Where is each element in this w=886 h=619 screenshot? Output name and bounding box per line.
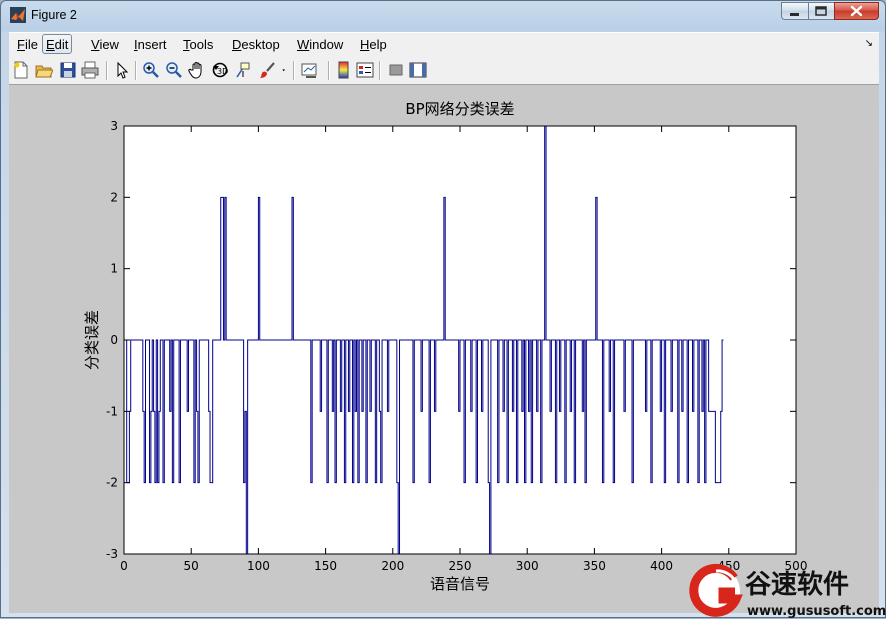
watermark-logo: 谷速软件 www.gususoft.com xyxy=(689,563,886,619)
link-plot-icon[interactable] xyxy=(301,61,319,79)
toolbar-separator xyxy=(328,61,330,80)
y-tick-label: -2 xyxy=(106,476,118,490)
colorbar-icon[interactable] xyxy=(335,61,353,79)
menu-view[interactable]: View xyxy=(91,36,119,54)
x-tick-label: 200 xyxy=(381,559,404,573)
x-axis-label: 语音信号 xyxy=(430,575,490,593)
toolbar-separator xyxy=(293,61,295,80)
y-tick-label: 1 xyxy=(110,262,118,276)
logo-name: 谷速软件 xyxy=(745,570,849,600)
menu-insert[interactable]: Insert xyxy=(134,36,167,54)
brush-dropdown-icon[interactable] xyxy=(279,61,291,79)
x-tick-label: 150 xyxy=(314,559,337,573)
toolbar-separator xyxy=(135,61,137,80)
pointer-icon[interactable] xyxy=(113,61,131,79)
y-tick-label: 3 xyxy=(110,119,118,133)
x-tick-label: 0 xyxy=(120,559,128,573)
x-tick-label: 300 xyxy=(516,559,539,573)
menu-help[interactable]: Help xyxy=(360,36,387,54)
rotate-3d-icon[interactable]: 3D xyxy=(211,61,229,79)
window-title: Figure 2 xyxy=(31,8,77,22)
zoom-out-icon[interactable] xyxy=(165,61,183,79)
toolbar-separator xyxy=(106,61,108,80)
hide-plot-tools-icon[interactable] xyxy=(387,61,405,79)
new-figure-icon[interactable] xyxy=(12,61,30,79)
window-controls xyxy=(781,2,879,20)
y-tick-label: 2 xyxy=(110,190,118,204)
toolbar-separator xyxy=(379,61,381,80)
minimize-button[interactable] xyxy=(781,2,808,20)
x-tick-label: 50 xyxy=(184,559,199,573)
close-button[interactable] xyxy=(834,2,879,20)
x-tick-label: 400 xyxy=(650,559,673,573)
maximize-button[interactable] xyxy=(808,2,834,20)
maximize-icon xyxy=(815,6,827,16)
chart-title: BP网络分类误差 xyxy=(405,100,514,118)
svg-text:3D: 3D xyxy=(217,67,228,76)
close-icon xyxy=(850,5,863,17)
menu-edit[interactable]: Edit xyxy=(42,34,73,54)
save-icon[interactable] xyxy=(59,61,77,79)
pan-icon[interactable] xyxy=(188,61,206,79)
print-icon[interactable] xyxy=(81,61,99,79)
matlab-logo-icon xyxy=(10,7,26,23)
figure-window: Figure 2 ↘ File Edit View Insert Tools Deskto… xyxy=(0,0,886,619)
figure-canvas: 0 50 100 150 200 250 300 350 400 450 500 -3 -2 -1 0 1 2 3… xyxy=(9,85,879,613)
x-tick-label: 350 xyxy=(583,559,606,573)
menu-file[interactable]: File xyxy=(17,36,38,54)
menu-desktop[interactable]: Desktop xyxy=(232,36,280,54)
brush-icon[interactable] xyxy=(259,61,277,79)
figure-toolbar: 3D xyxy=(9,57,879,85)
zoom-in-icon[interactable] xyxy=(142,61,160,79)
y-axis-label: 分类误差 xyxy=(83,310,101,370)
logo-url: www.gususoft.com xyxy=(747,604,886,619)
menu-bar: ↘ File Edit View Insert Tools Desktop Window He… xyxy=(9,32,879,57)
show-plot-tools-icon[interactable] xyxy=(409,61,427,79)
menu-tools[interactable]: Tools xyxy=(183,36,213,54)
y-tick-label: 0 xyxy=(110,333,118,347)
plot-svg[interactable]: 0 50 100 150 200 250 300 350 400 450 500-3-2-10123… xyxy=(9,85,879,613)
title-bar[interactable]: Figure 2 xyxy=(1,1,885,31)
x-tick-label: 100 xyxy=(247,559,270,573)
dock-figure-icon[interactable]: ↘ xyxy=(865,38,873,49)
y-tick-label: -3 xyxy=(106,547,118,561)
legend-icon[interactable] xyxy=(356,61,374,79)
y-tick-label: -1 xyxy=(106,404,118,418)
minimize-icon xyxy=(790,13,799,16)
x-tick-label: 250 xyxy=(449,559,472,573)
menu-window[interactable]: Window xyxy=(297,36,343,54)
open-file-icon[interactable] xyxy=(35,61,53,79)
data-cursor-icon[interactable] xyxy=(234,61,252,79)
